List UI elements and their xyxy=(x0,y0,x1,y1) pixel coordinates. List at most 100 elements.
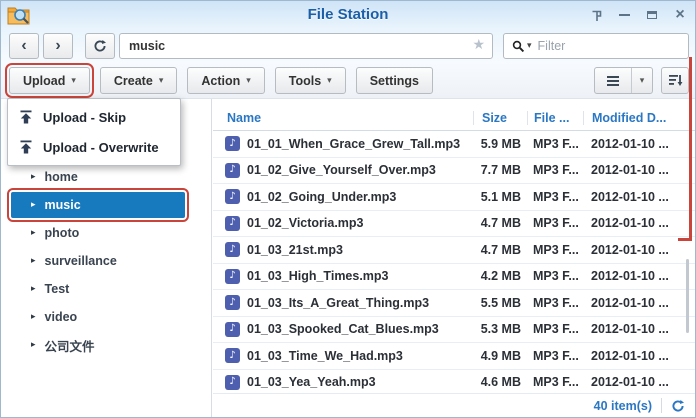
file-name-cell: ♪ 01_03_Its_A_Great_Thing.mp3 xyxy=(213,295,473,310)
window-controls: × xyxy=(589,1,687,29)
file-modified-date: 2012-01-10 ... xyxy=(583,269,695,283)
sidebar-item-photo[interactable]: ▸ photo xyxy=(1,219,211,247)
table-row[interactable]: ♪ 01_03_21st.mp3 4.7 MB MP3 F... 2012-01… xyxy=(213,237,695,264)
item-count: 40 item(s) xyxy=(594,399,652,413)
view-mode-caret-icon[interactable]: ▾ xyxy=(631,68,652,93)
file-modified-date: 2012-01-10 ... xyxy=(583,190,695,204)
music-file-icon: ♪ xyxy=(225,322,240,337)
sidebar-item-home[interactable]: ▸ home xyxy=(1,163,211,191)
chevron-down-icon: ▾ xyxy=(71,76,76,86)
column-header[interactable]: Modified D... xyxy=(583,111,695,125)
table-row[interactable]: ♪ 01_03_Its_A_Great_Thing.mp3 5.5 MB MP3… xyxy=(213,290,695,317)
column-header[interactable]: Name xyxy=(213,111,473,125)
favorite-star-icon[interactable]: ★ xyxy=(472,38,485,52)
file-type: MP3 F... xyxy=(527,216,583,230)
table-row[interactable]: ♪ 01_03_High_Times.mp3 4.2 MB MP3 F... 2… xyxy=(213,264,695,291)
table-row[interactable]: ♪ 01_03_Spooked_Cat_Blues.mp3 5.3 MB MP3… xyxy=(213,317,695,344)
toolbar-button-create[interactable]: Create ▾ xyxy=(100,67,177,94)
sidebar-item-公司文件[interactable]: ▸ 公司文件 xyxy=(1,331,211,359)
status-divider xyxy=(661,398,662,413)
search-icon xyxy=(512,40,525,53)
file-modified-date: 2012-01-10 ... xyxy=(583,216,695,230)
file-name-cell: ♪ 01_03_Time_We_Had.mp3 xyxy=(213,348,473,363)
toolbar: Upload ▾ Create ▾ Action ▾ Tools ▾ Setti… xyxy=(1,63,695,99)
toolbar-button-tools[interactable]: Tools ▾ xyxy=(275,67,346,94)
chevron-down-icon: ▾ xyxy=(327,76,332,86)
maximize-icon[interactable] xyxy=(645,8,659,22)
file-size: 4.6 MB xyxy=(473,375,527,389)
toolbar-button-action[interactable]: Action ▾ xyxy=(187,67,264,94)
sort-button[interactable] xyxy=(661,67,689,94)
file-name-cell: ♪ 01_03_Yea_Yeah.mp3 xyxy=(213,375,473,390)
file-name-cell: ♪ 01_03_21st.mp3 xyxy=(213,242,473,257)
file-size: 4.9 MB xyxy=(473,349,527,363)
sidebar-item-label: Test xyxy=(45,282,70,296)
annotation-red-line xyxy=(689,57,692,241)
table-row[interactable]: ♪ 01_02_Going_Under.mp3 5.1 MB MP3 F... … xyxy=(213,184,695,211)
file-name: 01_02_Going_Under.mp3 xyxy=(247,190,396,204)
table-header-row: NameSizeFile ...Modified D... xyxy=(213,105,695,131)
expand-arrow-icon[interactable]: ▸ xyxy=(31,312,36,322)
sidebar-item-Test[interactable]: ▸ Test xyxy=(1,275,211,303)
refresh-icon xyxy=(93,39,107,53)
file-modified-date: 2012-01-10 ... xyxy=(583,349,695,363)
upload-menu-item-label: Upload - Overwrite xyxy=(43,140,159,155)
sidebar-item-label: home xyxy=(45,170,78,184)
sidebar-item-video[interactable]: ▸ video xyxy=(1,303,211,331)
forward-icon: › xyxy=(55,37,60,55)
path-input[interactable] xyxy=(120,34,492,58)
sidebar-item-label: video xyxy=(45,310,78,324)
toolbar-button-label: Upload xyxy=(23,74,65,88)
upload-menu-item[interactable]: Upload - Overwrite xyxy=(8,132,180,162)
upload-dropdown-menu: Upload - Skip Upload - Overwrite xyxy=(7,98,181,166)
table-row[interactable]: ♪ 01_03_Yea_Yeah.mp3 4.6 MB MP3 F... 201… xyxy=(213,370,695,394)
file-name-cell: ♪ 01_02_Victoria.mp3 xyxy=(213,216,473,231)
music-file-icon: ♪ xyxy=(225,136,240,151)
table-row[interactable]: ♪ 01_02_Victoria.mp3 4.7 MB MP3 F... 201… xyxy=(213,211,695,238)
toolbar-button-settings[interactable]: Settings xyxy=(356,67,433,94)
list-view-icon xyxy=(595,68,631,93)
music-file-icon: ♪ xyxy=(225,163,240,178)
navigation-bar: ‹ › ★ ▾ xyxy=(1,29,695,63)
close-icon[interactable]: × xyxy=(673,8,687,22)
expand-arrow-icon[interactable]: ▸ xyxy=(31,284,36,294)
expand-arrow-icon[interactable]: ▸ xyxy=(31,228,36,238)
expand-arrow-icon[interactable]: ▸ xyxy=(31,172,36,182)
minimize-icon[interactable] xyxy=(617,8,631,22)
file-size: 5.5 MB xyxy=(473,296,527,310)
column-header[interactable]: File ... xyxy=(527,111,583,125)
sidebar-item-surveillance[interactable]: ▸ surveillance xyxy=(1,247,211,275)
sidebar-item-music[interactable]: ▸ music xyxy=(11,192,185,218)
view-mode-button[interactable]: ▾ xyxy=(594,67,653,94)
file-size: 7.7 MB xyxy=(473,163,527,177)
table-row[interactable]: ♪ 01_02_Give_Yourself_Over.mp3 7.7 MB MP… xyxy=(213,158,695,185)
upload-menu-item[interactable]: Upload - Skip xyxy=(8,102,180,132)
file-name: 01_03_Time_We_Had.mp3 xyxy=(247,349,403,363)
toolbar-button-label: Settings xyxy=(370,74,419,88)
toolbar-button-label: Action xyxy=(201,74,240,88)
expand-arrow-icon[interactable]: ▸ xyxy=(31,256,36,266)
file-name: 01_03_21st.mp3 xyxy=(247,243,343,257)
file-type: MP3 F... xyxy=(527,375,583,389)
file-modified-date: 2012-01-10 ... xyxy=(583,322,695,336)
upload-icon xyxy=(18,109,34,125)
pin-window-icon[interactable] xyxy=(589,8,603,22)
table-row[interactable]: ♪ 01_01_When_Grace_Grew_Tall.mp3 5.9 MB … xyxy=(213,131,695,158)
filter-input[interactable] xyxy=(536,38,688,54)
back-button[interactable]: ‹ xyxy=(9,33,39,59)
file-list-panel: NameSizeFile ...Modified D... ♪ 01_01_Wh… xyxy=(213,105,695,393)
refresh-list-button[interactable] xyxy=(671,399,685,413)
search-options-caret-icon[interactable]: ▾ xyxy=(527,41,532,51)
file-name-cell: ♪ 01_03_High_Times.mp3 xyxy=(213,269,473,284)
refresh-button[interactable] xyxy=(85,33,115,59)
column-header[interactable]: Size xyxy=(473,111,527,125)
table-row[interactable]: ♪ 01_03_Time_We_Had.mp3 4.9 MB MP3 F... … xyxy=(213,343,695,370)
file-name-cell: ♪ 01_01_When_Grace_Grew_Tall.mp3 xyxy=(213,136,473,151)
file-station-window: File Station × ‹ › ★ xyxy=(0,0,696,418)
toolbar-button-upload[interactable]: Upload ▾ xyxy=(9,67,90,94)
expand-arrow-icon[interactable]: ▸ xyxy=(31,340,36,350)
forward-button[interactable]: › xyxy=(43,33,73,59)
expand-arrow-icon[interactable]: ▸ xyxy=(31,200,36,210)
vertical-scrollbar-thumb[interactable] xyxy=(686,259,689,333)
file-size: 4.7 MB xyxy=(473,216,527,230)
